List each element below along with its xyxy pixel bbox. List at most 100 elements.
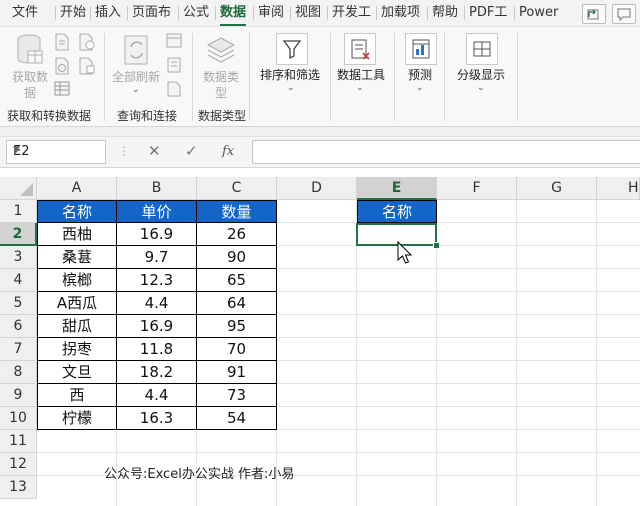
row-header-10[interactable]: 10 [0,407,37,430]
cell-c8[interactable]: 91 [197,361,277,384]
menu-addins[interactable]: 加载项 [381,4,420,22]
menu-home[interactable]: 开始 [60,4,86,22]
get-data-button[interactable]: 获取数 据 [8,69,52,101]
menu-page-layout[interactable]: 页面布 [132,4,171,22]
data-tools-button[interactable]: 数据工具 [334,67,388,83]
row-header-7[interactable]: 7 [0,338,37,361]
column-header-a[interactable]: A [37,177,117,200]
cell-a6[interactable]: 甜瓜 [37,315,117,338]
comment-button[interactable] [612,4,636,24]
row-header-9[interactable]: 9 [0,384,37,407]
column-header-e[interactable]: E [357,177,437,200]
cell-a1[interactable]: 名称 [37,200,117,223]
menu-insert[interactable]: 插入 [95,4,121,22]
menu-power[interactable]: Power [519,4,558,22]
cell-b5[interactable]: 4.4 [117,292,197,315]
menu-review[interactable]: 审阅 [258,4,284,22]
column-header-f[interactable]: F [437,177,517,200]
cell-a8[interactable]: 文旦 [37,361,117,384]
row-header-11[interactable]: 11 [0,430,37,453]
cell-a7[interactable]: 拐枣 [37,338,117,361]
cell-b7[interactable]: 11.8 [117,338,197,361]
cell-c2[interactable]: 26 [197,223,277,246]
cell-a4[interactable]: 槟榔 [37,269,117,292]
chevron-down-icon[interactable]: ⌄ [287,83,295,93]
menu-pdf-tools[interactable]: PDF工 [469,4,507,22]
fill-handle[interactable] [433,242,440,249]
column-header-g[interactable]: G [517,177,597,200]
menu-view[interactable]: 视图 [295,4,321,22]
cell-a3[interactable]: 桑葚 [37,246,117,269]
cell-b9[interactable]: 4.4 [117,384,197,407]
formula-input[interactable] [252,140,640,164]
from-table-icon[interactable] [54,81,70,100]
cell-b1[interactable]: 单价 [117,200,197,223]
menu-developer[interactable]: 开发工 [332,4,371,22]
cell-b2[interactable]: 16.9 [117,223,197,246]
chevron-down-icon[interactable]: ▼ [13,145,99,155]
cell-c5[interactable]: 64 [197,292,277,315]
cell-c6[interactable]: 95 [197,315,277,338]
mouse-cursor-icon [397,240,415,270]
cell-a2[interactable]: 西柚 [37,223,117,246]
menu-separator [514,6,515,20]
row-header-4[interactable]: 4 [0,269,37,292]
row-header-6[interactable]: 6 [0,315,37,338]
column-header-c[interactable]: C [197,177,277,200]
name-box[interactable]: E2 ▼ [6,140,106,164]
row-header-12[interactable]: 12 [0,453,37,476]
data-types-button[interactable]: 数据类 型 [198,69,244,101]
cell-b6[interactable]: 16.9 [117,315,197,338]
cell-b8[interactable]: 18.2 [117,361,197,384]
row-header-1[interactable]: 1 [0,200,37,223]
select-all-corner[interactable] [0,177,37,200]
column-header-d[interactable]: D [277,177,357,200]
cell-c1[interactable]: 数量 [197,200,277,223]
cell-b10[interactable]: 16.3 [117,407,197,430]
cell-b3[interactable]: 9.7 [117,246,197,269]
menu-help[interactable]: 帮助 [432,4,458,22]
sort-filter-button[interactable]: 排序和筛选 [252,67,328,83]
row-header-3[interactable]: 3 [0,246,37,269]
queries-connections-icon[interactable] [166,33,182,52]
cancel-icon[interactable]: ✕ [148,142,161,160]
row-header-8[interactable]: 8 [0,361,37,384]
column-header-h[interactable]: H [597,177,640,200]
from-web-icon[interactable] [54,57,70,78]
chevron-down-icon[interactable]: ⌄ [356,83,364,93]
menu-formulas[interactable]: 公式 [183,4,209,22]
enter-icon[interactable]: ✓ [185,142,198,160]
cell-c9[interactable]: 73 [197,384,277,407]
chevron-down-icon[interactable]: ⌄ [416,83,424,93]
cell-c10[interactable]: 54 [197,407,277,430]
row-header-13[interactable]: 13 [0,476,37,499]
share-button[interactable] [582,4,606,24]
row-header-5[interactable]: 5 [0,292,37,315]
cell-c4[interactable]: 65 [197,269,277,292]
chevron-down-icon[interactable]: ⌄ [132,85,140,95]
cell-c7[interactable]: 70 [197,338,277,361]
menu-file[interactable]: 文件 [12,4,38,22]
chevron-down-icon[interactable]: ⌄ [477,83,485,93]
drag-handle-icon[interactable]: ⋮ [118,144,130,158]
outline-button[interactable]: 分级显示 [449,67,513,83]
refresh-all-button[interactable]: 全部刷新 [110,69,162,85]
cell-e1[interactable]: 名称 [357,200,437,223]
insert-function-icon[interactable]: fx [222,144,234,159]
edit-links-icon[interactable] [166,81,182,100]
column-header-b[interactable]: B [117,177,197,200]
ribbon-separator [104,33,105,121]
forecast-button[interactable]: 预测 [400,67,440,83]
recent-sources-icon[interactable] [78,33,96,54]
cell-a9[interactable]: 西 [37,384,117,407]
row-header-2[interactable]: 2 [0,223,37,246]
cell-c3[interactable]: 90 [197,246,277,269]
cell-b4[interactable]: 12.3 [117,269,197,292]
properties-icon[interactable] [166,57,182,76]
outline-icon [466,33,498,65]
cell-a10[interactable]: 柠檬 [37,407,117,430]
existing-connections-icon[interactable] [78,57,96,78]
menu-data[interactable]: 数据 [220,4,247,26]
cell-a5[interactable]: A西瓜 [37,292,117,315]
from-text-icon[interactable] [54,33,70,54]
